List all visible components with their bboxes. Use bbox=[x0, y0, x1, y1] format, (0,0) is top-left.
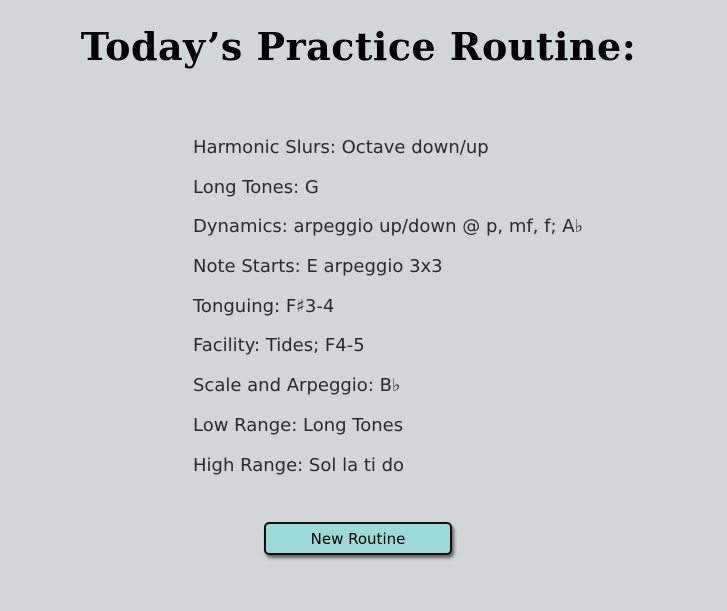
routine-item-tonguing: Tonguing: F♯3-4 bbox=[193, 295, 335, 317]
new-routine-button[interactable]: New Routine bbox=[264, 522, 452, 555]
routine-item-facility: Facility: Tides; F4-5 bbox=[193, 335, 365, 357]
routine-item-long-tones: Long Tones: G bbox=[193, 176, 319, 198]
routine-item-scale-and-arpeggio: Scale and Arpeggio: B♭ bbox=[193, 375, 401, 397]
routine-item-low-range: Low Range: Long Tones bbox=[193, 414, 404, 436]
routine-list: Harmonic Slurs: Octave down/up Long Tone… bbox=[193, 133, 583, 490]
routine-item-harmonic-slurs: Harmonic Slurs: Octave down/up bbox=[193, 137, 489, 158]
routine-item-dynamics: Dynamics: arpeggio up/down @ p, mf, f; A… bbox=[193, 216, 584, 238]
routine-item-note-starts: Note Starts: E arpeggio 3x3 bbox=[193, 256, 443, 278]
routine-item-high-range: High Range: Sol la ti do bbox=[193, 454, 405, 476]
page-title: Today’s Practice Routine: bbox=[80, 24, 637, 69]
